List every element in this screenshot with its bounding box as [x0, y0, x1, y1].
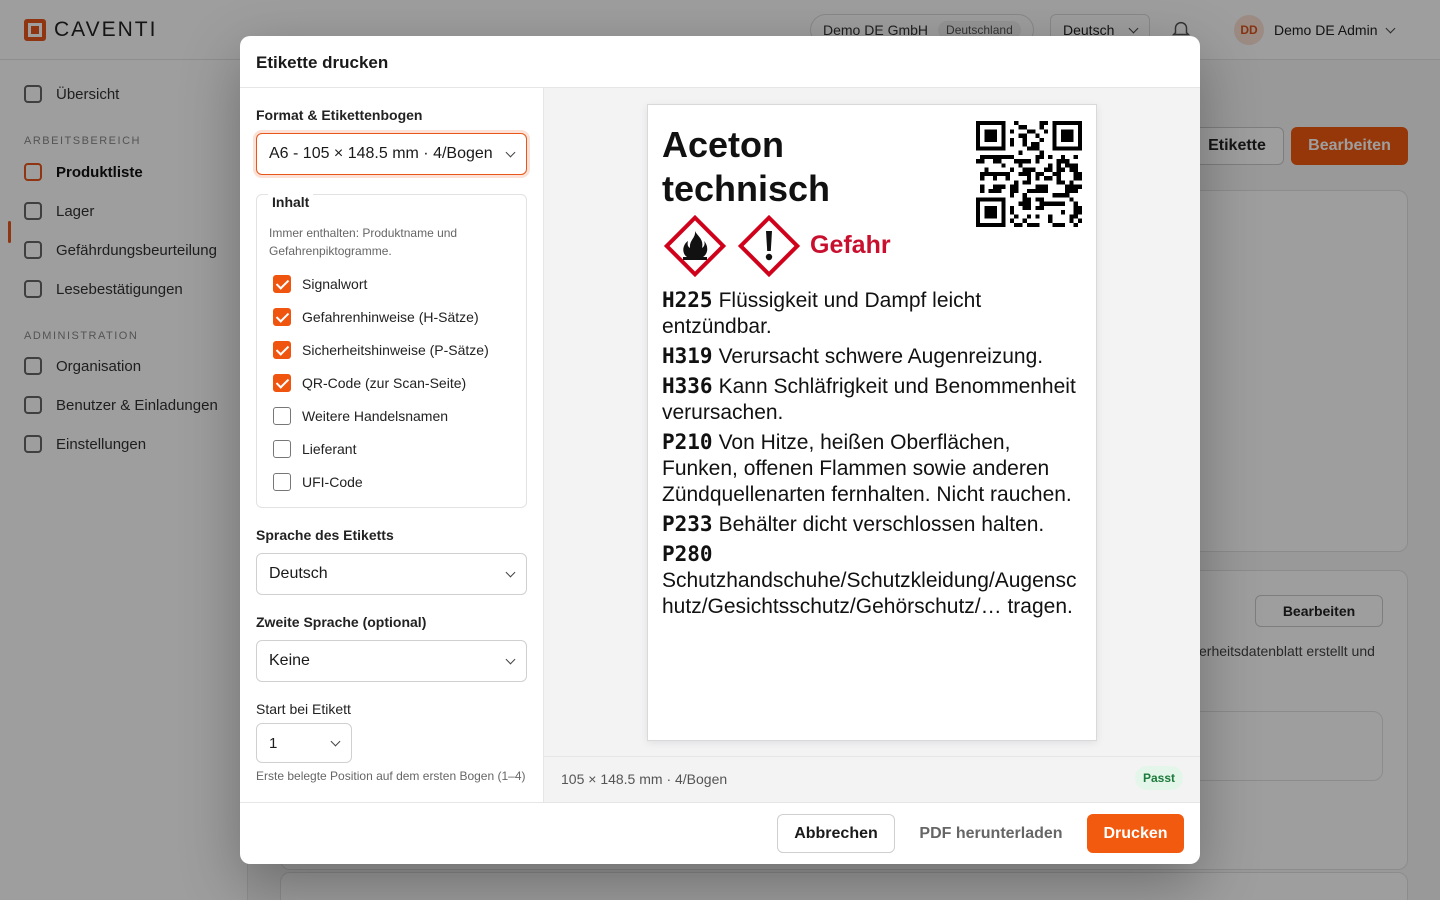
- checkbox-label: Lieferant: [302, 441, 357, 457]
- format-label: Format & Etikettenbogen: [256, 107, 423, 123]
- phrase-p233: P233 Behälter dicht verschlossen halten.: [662, 511, 1086, 538]
- chevron-down-icon: [505, 147, 516, 157]
- preview-format-text: 105 × 148.5 mm · 4/Bogen: [561, 771, 728, 787]
- checkbox-label: Signalwort: [302, 276, 368, 292]
- checkbox-label: Sicherheitshinweise (P-Sätze): [302, 342, 489, 358]
- phrase-h225: H225 Flüssigkeit und Dampf leicht entzünd…: [662, 287, 1086, 340]
- start-position-hint: Erste belegte Position auf dem ersten Bo…: [256, 769, 526, 783]
- phrase-text: Behälter dicht verschlossen halten.: [718, 513, 1045, 536]
- label-preview-area: Aceton technisch Gefahr H225 Flüssigkeit …: [544, 88, 1200, 756]
- option-trade-names[interactable]: Weitere Handelsnamen: [273, 407, 448, 425]
- label-signal-word: Gefahr: [810, 231, 891, 259]
- phrase-code: H319: [662, 344, 713, 368]
- phrase-code: P233: [662, 512, 713, 536]
- format-select[interactable]: A6 - 105 × 148.5 mm · 4/Bogen: [256, 133, 527, 175]
- format-value: A6 - 105 × 148.5 mm · 4/Bogen: [269, 145, 493, 162]
- checkbox[interactable]: [273, 374, 291, 392]
- option-qr-code[interactable]: QR-Code (zur Scan-Seite): [273, 374, 466, 392]
- checkbox-label: Gefahrenhinweise (H-Sätze): [302, 309, 479, 325]
- checkbox-label: Weitere Handelsnamen: [302, 408, 449, 424]
- second-language-label: Zweite Sprache (optional): [256, 614, 427, 630]
- phrase-text: Schutzhandschuhe/Schutzkleidung/Augensch…: [662, 569, 1077, 618]
- checkbox[interactable]: [273, 407, 291, 425]
- phrase-h336: H336 Kann Schläfrigkeit und Benommenheit …: [662, 373, 1086, 426]
- option-hazard-statements[interactable]: Gefahrenhinweise (H-Sätze): [273, 308, 479, 326]
- option-supplier[interactable]: Lieferant: [273, 440, 356, 458]
- phrase-code: P210: [662, 430, 713, 454]
- flame-pictogram-icon: [663, 214, 727, 278]
- print-button[interactable]: Drucken: [1087, 814, 1184, 853]
- label-language-value: Deutsch: [269, 565, 328, 582]
- exclamation-pictogram-icon: [737, 214, 801, 278]
- chevron-down-icon: [505, 567, 516, 577]
- checkbox[interactable]: [273, 341, 291, 359]
- label-language-label: Sprache des Etiketts: [256, 527, 394, 543]
- checkbox[interactable]: [273, 440, 291, 458]
- print-label-dialog: Etikette drucken Format & Etikettenbogen…: [240, 36, 1200, 864]
- options-panel: Format & Etikettenbogen A6 - 105 × 148.5…: [240, 88, 544, 802]
- label-language-select[interactable]: Deutsch: [256, 553, 527, 595]
- phrase-code: H336: [662, 374, 713, 398]
- preview-footer: 105 × 148.5 mm · 4/Bogen Passt: [544, 756, 1200, 802]
- phrase-p210: P210 Von Hitze, heißen Oberflächen, Funke…: [662, 429, 1086, 508]
- checkbox[interactable]: [273, 275, 291, 293]
- option-ufi-code[interactable]: UFI-Code: [273, 473, 363, 491]
- start-position-select[interactable]: 1: [256, 723, 352, 763]
- option-precautionary-statements[interactable]: Sicherheitshinweise (P-Sätze): [273, 341, 489, 359]
- phrase-p280: P280 Schutzhandschuhe/Schutzkleidung/Auge…: [662, 541, 1086, 620]
- fit-status-badge: Passt: [1134, 766, 1183, 790]
- download-pdf-button[interactable]: PDF herunterladen: [908, 814, 1074, 853]
- phrase-text: Verursacht schwere Augenreizung.: [718, 345, 1044, 368]
- dialog-title: Etikette drucken: [256, 53, 389, 72]
- chevron-down-icon: [505, 654, 516, 664]
- phrase-code: P280: [662, 542, 713, 566]
- checkbox[interactable]: [273, 473, 291, 491]
- second-language-select[interactable]: Keine: [256, 640, 527, 682]
- phrase-text: Von Hitze, heißen Oberflächen, Funken, o…: [662, 431, 1072, 506]
- label-phrases: H225 Flüssigkeit und Dampf leicht entzünd…: [662, 287, 1086, 623]
- phrase-text: Kann Schläfrigkeit und Benommenheit veru…: [662, 375, 1076, 424]
- chevron-down-icon: [330, 736, 341, 746]
- phrase-code: H225: [662, 288, 713, 312]
- content-legend: Inhalt: [268, 194, 314, 210]
- label-sheet: Aceton technisch Gefahr H225 Flüssigkeit …: [647, 104, 1097, 741]
- start-position-value: 1: [269, 734, 278, 752]
- label-product-name: Aceton technisch: [662, 124, 831, 209]
- option-signal-word[interactable]: Signalwort: [273, 275, 367, 293]
- cancel-button[interactable]: Abbrechen: [777, 814, 895, 853]
- start-label: Start bei Etikett: [256, 701, 351, 717]
- checkbox[interactable]: [273, 308, 291, 326]
- checkbox-label: UFI-Code: [302, 474, 363, 490]
- content-hint: Immer enthalten: Produktname und Gefahre…: [269, 226, 458, 258]
- second-language-value: Keine: [269, 652, 310, 669]
- qr-code-icon: [976, 121, 1082, 227]
- divider: [240, 802, 1200, 803]
- phrase-h319: H319 Verursacht schwere Augenreizung.: [662, 343, 1086, 370]
- checkbox-label: QR-Code (zur Scan-Seite): [302, 375, 467, 391]
